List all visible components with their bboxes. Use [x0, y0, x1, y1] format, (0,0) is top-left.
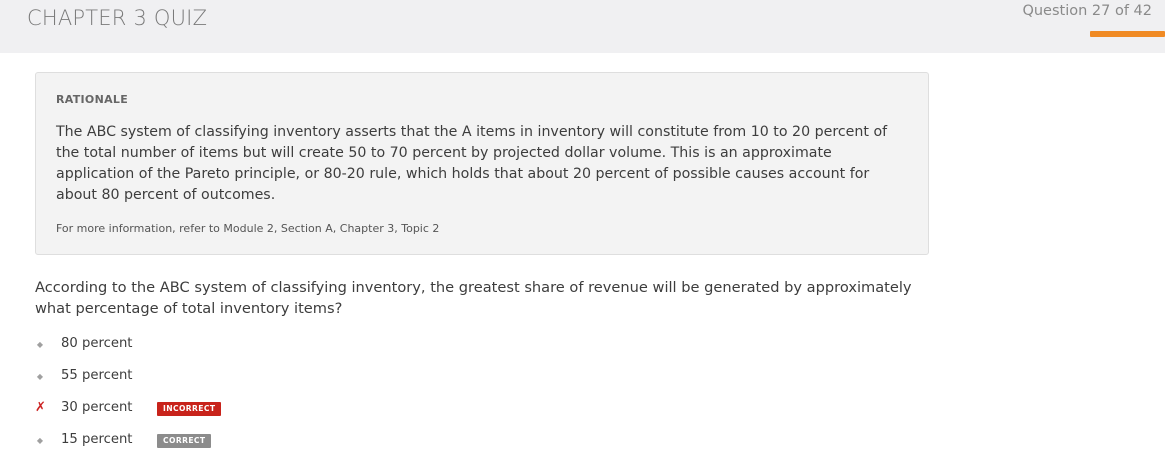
answer-option-label: 15 percent — [61, 432, 133, 447]
answer-option[interactable]: ◆ 80 percent — [35, 335, 335, 357]
page-title: CHAPTER 3 QUIZ — [27, 6, 208, 30]
question-text: According to the ABC system of classifyi… — [35, 279, 912, 317]
answer-option-selected[interactable]: ✗ 30 percent INCORRECT — [35, 399, 335, 421]
rationale-panel: RATIONALE The ABC system of classifying … — [35, 72, 929, 255]
diamond-bullet-icon: ◆ — [36, 340, 44, 349]
progress-bar-fill — [1090, 31, 1165, 37]
answer-option[interactable]: ◆ 15 percent CORRECT — [35, 431, 335, 453]
answer-option-label: 80 percent — [61, 336, 133, 351]
correct-badge: CORRECT — [157, 434, 212, 448]
rationale-text: The ABC system of classifying inventory … — [56, 124, 888, 203]
rationale-heading: RATIONALE — [56, 93, 129, 106]
diamond-bullet-icon: ◆ — [36, 436, 44, 445]
answer-option-label: 30 percent — [61, 400, 133, 415]
rationale-reference: For more information, refer to Module 2,… — [56, 222, 440, 235]
question-counter: Question 27 of 42 — [1022, 3, 1152, 19]
answer-option-label: 55 percent — [61, 368, 133, 383]
quiz-header: CHAPTER 3 QUIZ Question 27 of 42 — [0, 0, 1165, 53]
answer-option[interactable]: ◆ 55 percent — [35, 367, 335, 389]
incorrect-badge: INCORRECT — [157, 402, 222, 416]
diamond-bullet-icon: ◆ — [36, 372, 44, 381]
progress-bar — [1090, 31, 1165, 37]
x-mark-icon: ✗ — [35, 400, 46, 415]
